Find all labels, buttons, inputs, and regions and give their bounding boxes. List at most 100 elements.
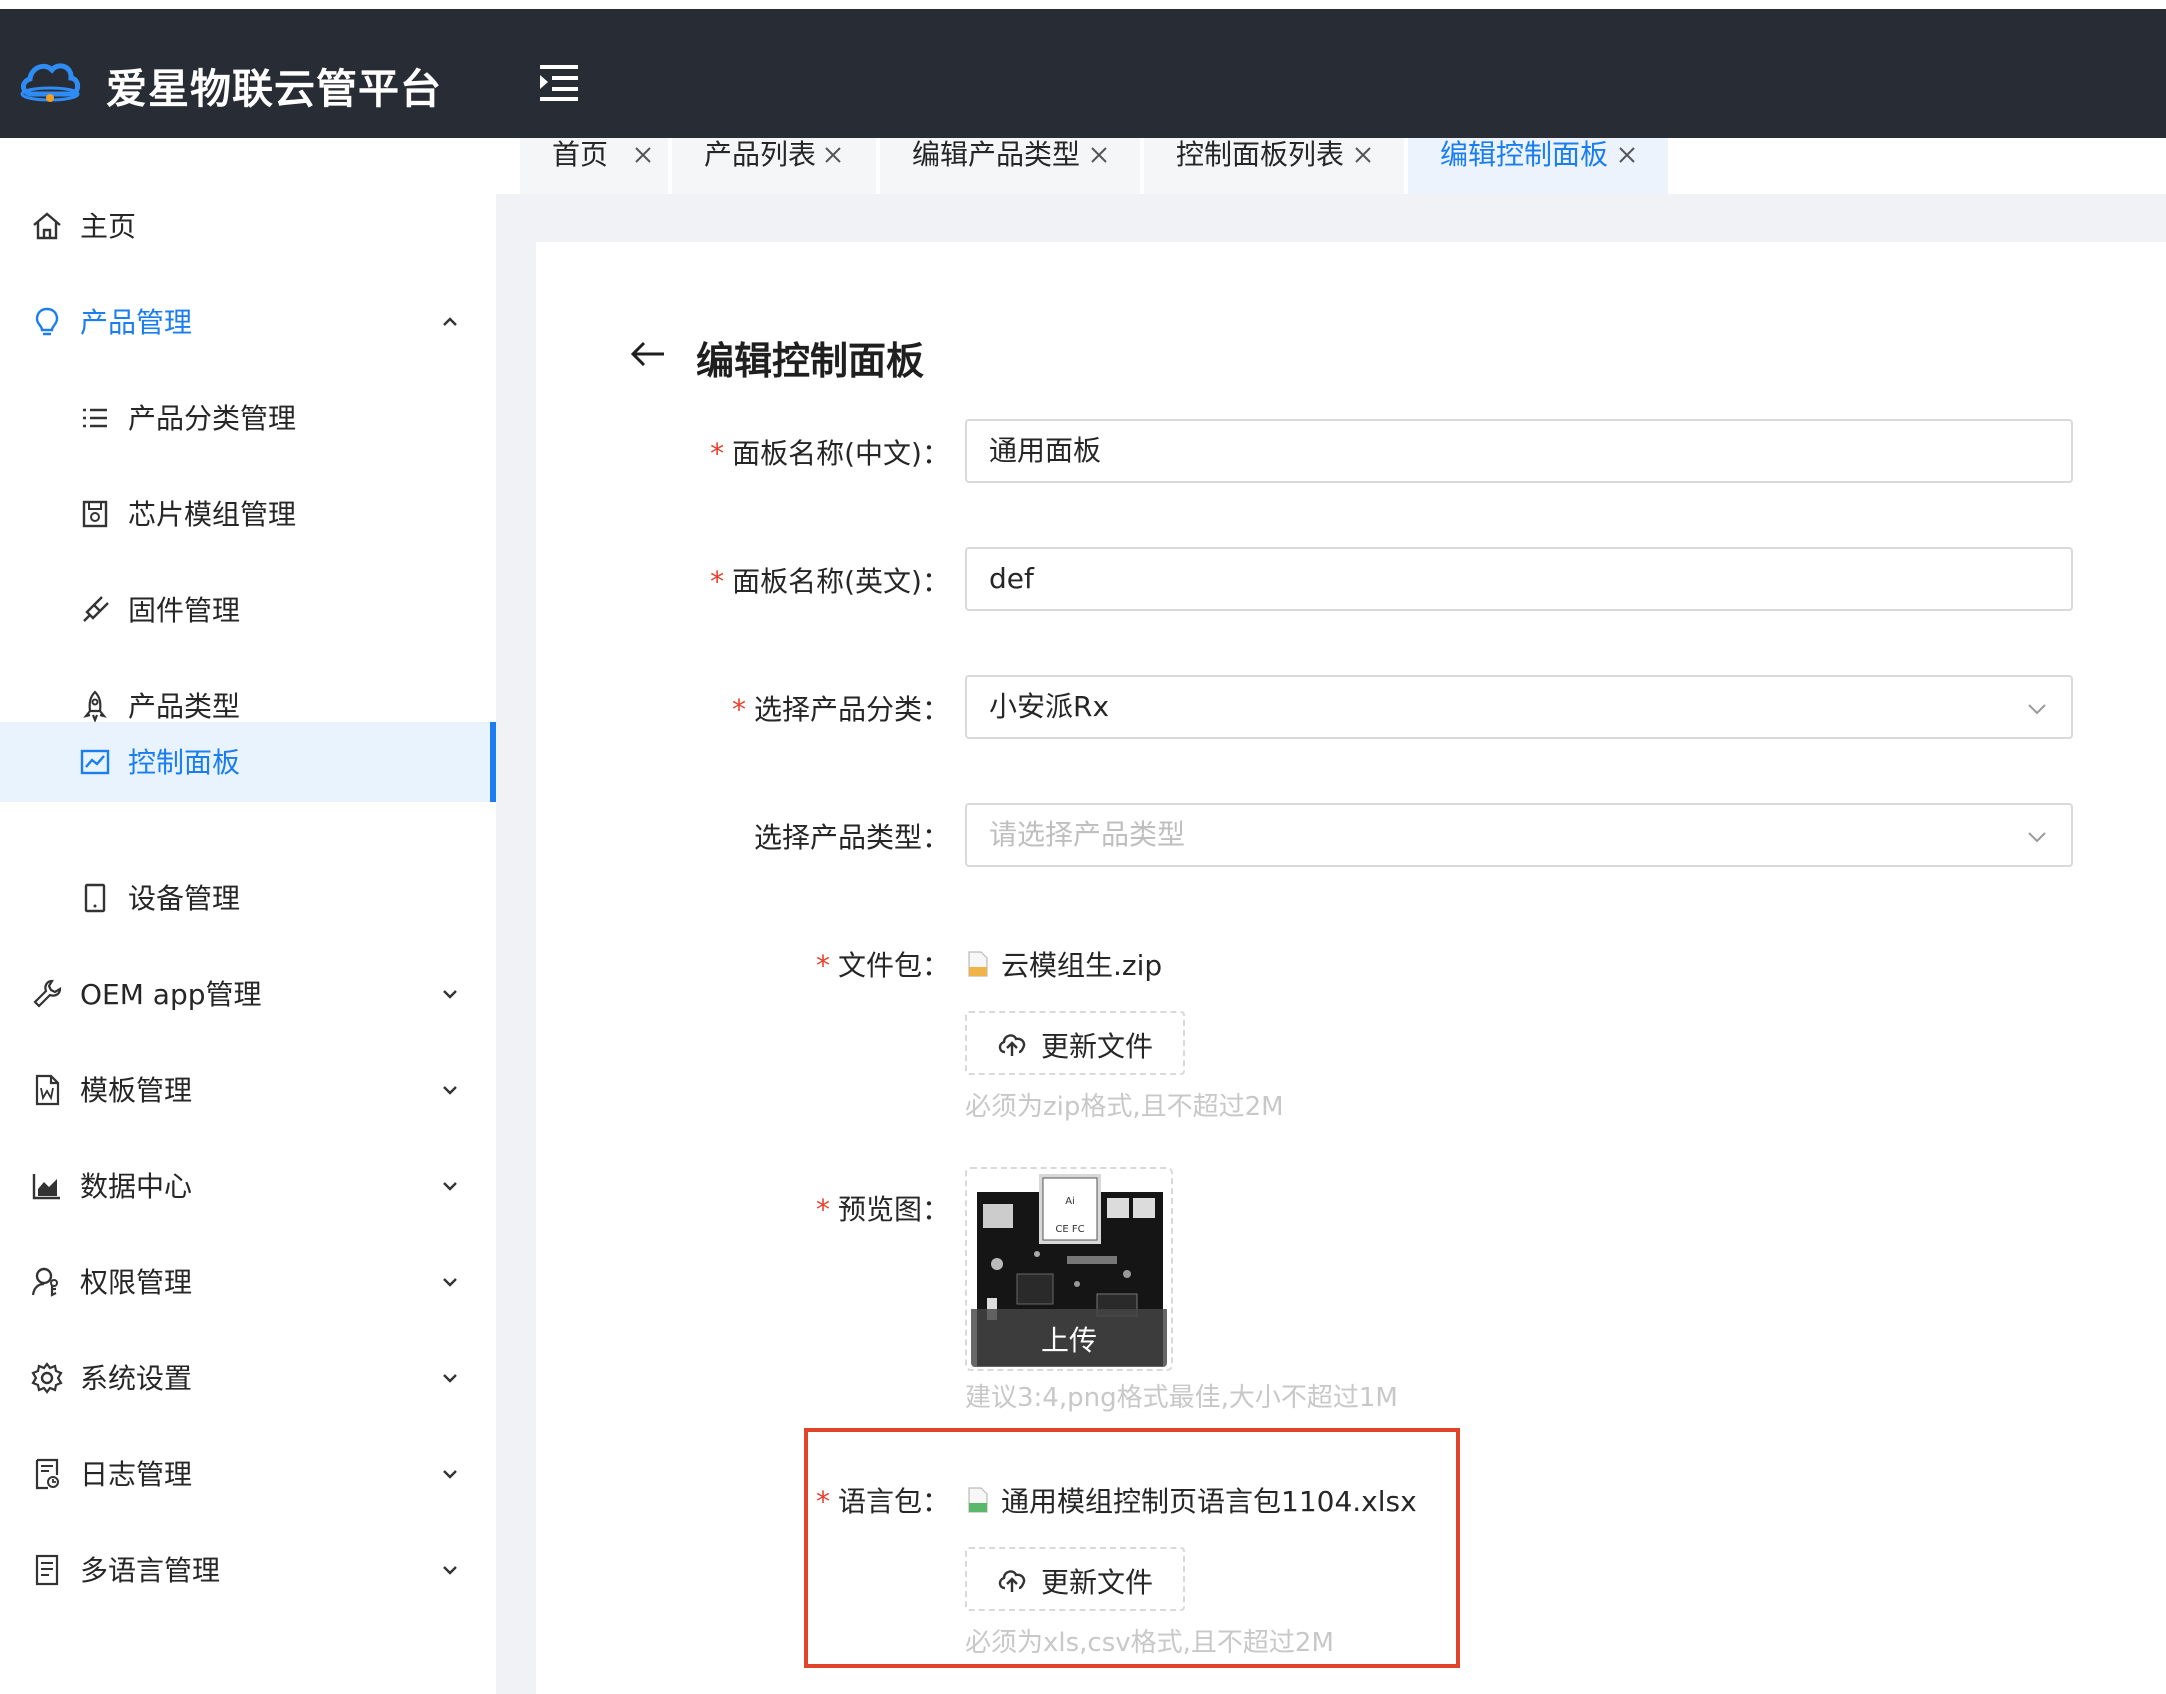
name-en-input[interactable]: def: [965, 547, 2073, 611]
sidebar-item-system-settings[interactable]: 系统设置: [0, 1338, 496, 1418]
gear-icon: [31, 1362, 63, 1394]
tab-label: 首页: [552, 138, 609, 171]
sidebar-item-product-management[interactable]: 产品管理: [0, 282, 496, 362]
home-icon: [33, 212, 61, 240]
sidebar-item-oem-app[interactable]: OEM app管理: [0, 954, 496, 1034]
log-icon: [35, 1458, 59, 1490]
top-header: 爱星物联云管平台: [0, 0, 2166, 138]
chevron-down-icon: [443, 1278, 457, 1287]
file-package-update-button[interactable]: 更新文件: [965, 1011, 1185, 1075]
sidebar-item-logs[interactable]: 日志管理: [0, 1434, 496, 1514]
language-package-hint: 必须为xls,csv格式,且不超过2M: [965, 1628, 1334, 1658]
close-icon[interactable]: [1352, 144, 1374, 166]
language-package-update-button[interactable]: 更新文件: [965, 1547, 1185, 1611]
doc-list-icon: [35, 1554, 59, 1586]
tab-edit-control-panel[interactable]: 编辑控制面板: [1408, 138, 1668, 194]
tab-label: 控制面板列表: [1176, 138, 1345, 171]
chevron-down-icon: [2028, 704, 2046, 715]
word-file-icon: [35, 1074, 60, 1106]
chevron-down-icon: [443, 1374, 457, 1383]
sidebar-item-product-category[interactable]: 产品分类管理: [0, 378, 496, 458]
name-cn-label: * 面板名称(中文)：: [710, 437, 950, 470]
sidebar-item-home[interactable]: 主页: [0, 186, 496, 266]
cloud-upload-icon: [998, 1034, 1026, 1056]
required-mark: *: [710, 565, 725, 598]
update-button-label: 更新文件: [1041, 1030, 1154, 1063]
required-mark: *: [815, 949, 830, 982]
sidebar-item-multilanguage[interactable]: 多语言管理: [0, 1530, 496, 1610]
tab-home[interactable]: 首页: [520, 138, 668, 194]
sidebar-item-label: 系统设置: [80, 1362, 193, 1395]
sidebar-item-label: 控制面板: [128, 746, 241, 779]
sidebar-item-label: 日志管理: [80, 1458, 193, 1491]
chevron-down-icon: [443, 1566, 457, 1575]
category-select-value: 小安派Rx: [989, 690, 1110, 723]
preview-hint: 建议3:4,png格式最佳,大小不超过1M: [965, 1383, 1398, 1413]
sidebar-item-chip-module[interactable]: 芯片模组管理: [0, 474, 496, 554]
sidebar-item-permission[interactable]: 权限管理: [0, 1242, 496, 1322]
sidebar-item-label: 产品类型: [128, 690, 241, 723]
chart-icon: [80, 749, 110, 775]
tab-label: 编辑产品类型: [912, 138, 1081, 171]
sidebar-item-template[interactable]: 模板管理: [0, 1050, 496, 1130]
sidebar-item-control-panel[interactable]: 控制面板: [0, 722, 496, 802]
page-title: 编辑控制面板: [696, 339, 925, 383]
file-package-label: * 文件包：: [815, 949, 950, 982]
sidebar-item-label: 多语言管理: [80, 1554, 221, 1587]
sidebar-item-label: 主页: [80, 210, 137, 243]
sidebar-item-label: OEM app管理: [80, 978, 262, 1011]
sidebar-item-label: 权限管理: [80, 1266, 193, 1299]
bulb-icon: [35, 307, 59, 336]
sidebar-item-label: 模板管理: [80, 1074, 193, 1107]
user-key-icon: [31, 1267, 58, 1297]
preview-upload[interactable]: Ai CE FC 上传: [965, 1167, 1173, 1371]
preview-upload-overlay[interactable]: 上传: [971, 1309, 1167, 1367]
type-label: 选择产品类型：: [753, 821, 950, 854]
plug-icon: [83, 596, 109, 622]
update-button-label: 更新文件: [1041, 1566, 1154, 1599]
type-select[interactable]: 请选择产品类型: [965, 803, 2073, 867]
sidebar-item-label: 产品管理: [80, 306, 193, 339]
category-select[interactable]: 小安派Rx: [965, 675, 2073, 739]
chevron-down-icon: [443, 990, 457, 999]
svg-text:CE FC: CE FC: [1055, 1224, 1084, 1235]
required-mark: *: [710, 437, 725, 470]
close-icon[interactable]: [822, 144, 844, 166]
required-mark: *: [731, 693, 746, 726]
sidebar-item-label: 芯片模组管理: [128, 498, 297, 531]
sidebar-item-data-center[interactable]: 数据中心: [0, 1146, 496, 1226]
sidebar: 主页 产品管理 产品分类管理 芯片模组管理 固件管理 产品类型 控制面板 设备管…: [0, 138, 496, 1694]
tab-edit-product-type[interactable]: 编辑产品类型: [880, 138, 1140, 194]
required-mark: *: [815, 1485, 830, 1518]
close-icon[interactable]: [632, 144, 654, 166]
language-package-label: * 语言包：: [815, 1485, 950, 1518]
list-icon: [83, 408, 107, 428]
file-package-hint: 必须为zip格式,且不超过2M: [965, 1092, 1284, 1122]
chevron-down-icon: [2028, 832, 2046, 843]
menu-fold-icon[interactable]: [538, 63, 582, 103]
tab-label: 编辑控制面板: [1440, 138, 1609, 171]
type-select-placeholder: 请选择产品类型: [989, 818, 1186, 851]
close-icon[interactable]: [1088, 144, 1110, 166]
name-cn-input[interactable]: 通用面板: [965, 419, 2073, 483]
back-arrow-icon[interactable]: [628, 336, 668, 372]
chevron-down-icon: [443, 1182, 457, 1191]
chip-icon: [82, 500, 108, 528]
preview-upload-label: 上传: [1040, 1324, 1097, 1357]
rocket-icon: [83, 690, 107, 723]
svg-text:Ai: Ai: [1065, 1196, 1075, 1207]
sidebar-item-firmware[interactable]: 固件管理: [0, 570, 496, 650]
cloud-upload-icon: [998, 1570, 1026, 1592]
language-package-file-name: 通用模组控制页语言包1104.xlsx: [1001, 1485, 1417, 1518]
chevron-down-icon: [443, 1086, 457, 1095]
close-icon[interactable]: [1616, 144, 1638, 166]
sidebar-item-device[interactable]: 设备管理: [0, 858, 496, 938]
file-package-file[interactable]: 云模组生.zip: [967, 944, 1162, 984]
sidebar-item-label: 产品分类管理: [128, 402, 297, 435]
tab-product-list[interactable]: 产品列表: [672, 138, 876, 194]
language-package-file[interactable]: 通用模组控制页语言包1104.xlsx: [967, 1480, 1417, 1520]
area-chart-icon: [32, 1174, 60, 1200]
chevron-down-icon: [443, 1470, 457, 1479]
tab-control-panel-list[interactable]: 控制面板列表: [1144, 138, 1404, 194]
zip-file-icon: [968, 951, 988, 977]
